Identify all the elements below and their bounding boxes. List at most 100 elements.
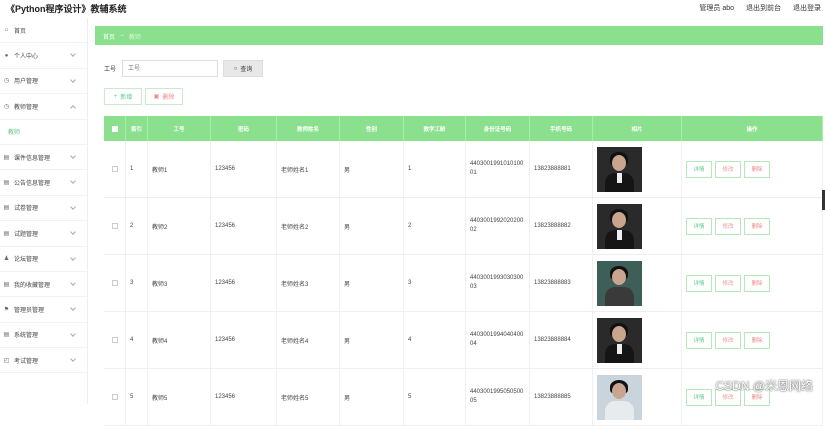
add-button[interactable]: + 新增 (104, 88, 142, 105)
sidebar-item-papers[interactable]: ▤ 试卷管理 (0, 196, 87, 222)
detail-button[interactable]: 详情 (686, 331, 712, 349)
breadcrumb-home[interactable]: 首页 (103, 32, 115, 41)
cell-idcard: 440300199202020002 (470, 218, 524, 233)
sidebar-item-questions[interactable]: ▤ 试题管理 (0, 221, 87, 247)
sidebar-item-label: 教师管理 (14, 104, 39, 111)
sidebar-item-home[interactable]: ⌂ 首页 (0, 18, 87, 44)
teacher-photo (597, 203, 642, 249)
teacher-photo (597, 146, 642, 192)
sidebar-item-teachers[interactable]: ◷ 教师管理 (0, 94, 87, 120)
teacher-photo (597, 374, 642, 420)
row-checkbox[interactable] (104, 312, 126, 368)
cell-name: 老师姓名5 (277, 369, 340, 425)
cell-name: 老师姓名4 (277, 312, 340, 368)
top-bar: 《Python程序设计》教辅系统 管理员 abo 退出到前台 退出登录 (0, 0, 825, 18)
cell-index: 1 (126, 141, 148, 197)
person-icon: ♟ (3, 256, 10, 263)
app-title: 《Python程序设计》教辅系统 (6, 4, 127, 14)
clock-icon: ◷ (3, 103, 10, 110)
sidebar-item-notice[interactable]: ▤ 公告信息管理 (0, 170, 87, 196)
column-header-name[interactable]: 教师姓名 (277, 116, 340, 141)
sidebar-item-system[interactable]: ▤ 系统管理 (0, 323, 87, 349)
row-checkbox[interactable] (104, 369, 126, 425)
cell-name: 老师姓名3 (277, 255, 340, 311)
detail-button[interactable]: 详情 (686, 274, 712, 292)
sidebar-item-exams[interactable]: ◰ 考试管理 (0, 348, 87, 374)
detail-button[interactable]: 详情 (686, 217, 712, 235)
search-icon: ○ (233, 65, 238, 72)
chevron-down-icon (70, 330, 76, 337)
sidebar-item-label: 考试管理 (14, 358, 39, 365)
cell-actions: 详情 修改 删除 (682, 198, 823, 254)
sidebar: ⌂ 首页 ● 个人中心 ◷ 用户管理 ◷ 教师管理 教师 ▤ 课件信息管理 ▤ … (0, 18, 88, 404)
delete-button[interactable]: 删除 (744, 331, 770, 349)
batch-delete-button[interactable]: ▣ 删除 (145, 88, 183, 105)
delete-button[interactable]: 删除 (744, 274, 770, 292)
sidebar-item-label: 公告信息管理 (14, 181, 51, 188)
cell-idcard: 440300199404040004 (470, 332, 524, 347)
top-right-links: 管理员 abo 退出到前台 退出登录 (699, 3, 821, 13)
delete-button-label: 删除 (162, 95, 175, 101)
sidebar-item-forum[interactable]: ♟ 论坛管理 (0, 247, 87, 272)
sidebar-item-admins[interactable]: ⚑ 管理员管理 (0, 297, 87, 323)
cell-password: 123456 (211, 198, 277, 254)
grid-icon: ▤ (3, 205, 10, 212)
sidebar-item-users[interactable]: ◷ 用户管理 (0, 69, 87, 95)
delete-button[interactable]: 删除 (744, 217, 770, 235)
search-form: 工号 ○ 查询 (104, 60, 264, 77)
user-icon: ● (4, 52, 9, 59)
sidebar-item-label: 用户管理 (14, 79, 39, 86)
teacher-photo (597, 260, 642, 306)
cell-password: 123456 (211, 312, 277, 368)
chevron-down-icon (70, 203, 76, 210)
cell-index: 5 (126, 369, 148, 425)
search-button[interactable]: ○ 查询 (223, 60, 264, 77)
cell-no: 教师1 (148, 141, 211, 197)
edit-button[interactable]: 修改 (715, 331, 741, 349)
delete-button[interactable]: 删除 (744, 160, 770, 178)
cell-actions: 详情 修改 删除 (682, 312, 823, 368)
column-header-phone[interactable]: 手机号码 (530, 116, 593, 141)
cell-phone: 13823888882 (530, 198, 593, 254)
search-input[interactable] (122, 60, 219, 77)
cell-phone: 13823888883 (530, 255, 593, 311)
sidebar-item-favorites[interactable]: ▤ 我的收藏管理 (0, 272, 87, 298)
column-header-password[interactable]: 密码 (211, 116, 277, 141)
teacher-photo (597, 317, 642, 363)
row-checkbox[interactable] (104, 255, 126, 311)
edit-button[interactable]: 修改 (715, 274, 741, 292)
plus-icon: + (113, 93, 118, 100)
select-all-checkbox[interactable] (104, 116, 126, 141)
row-checkbox[interactable] (104, 141, 126, 197)
cell-index: 3 (126, 255, 148, 311)
checkbox-icon (111, 125, 118, 132)
exit-to-front-link[interactable]: 退出到前台 (746, 3, 781, 13)
breadcrumb-current: 教师 (129, 35, 142, 41)
logout-link[interactable]: 退出登录 (793, 3, 821, 13)
column-header-years[interactable]: 教学工龄 (404, 116, 466, 141)
column-header-gender[interactable]: 性别 (340, 116, 404, 141)
edit-button[interactable]: 修改 (715, 217, 741, 235)
cell-years: 4 (404, 312, 466, 368)
sidebar-item-label: 我的收藏管理 (14, 282, 51, 289)
chevron-down-icon (70, 254, 76, 261)
table-row: 2 教师2 123456 老师姓名2 男 2 44030019920202000… (104, 198, 823, 255)
column-header-idcard[interactable]: 身份证号码 (466, 116, 530, 141)
detail-button[interactable]: 详情 (686, 388, 712, 406)
grid-icon: ▤ (3, 332, 10, 339)
chevron-down-icon (70, 305, 76, 312)
sidebar-subitem-teacher[interactable]: 教师 (0, 120, 87, 145)
cell-actions: 详情 修改 删除 (682, 141, 823, 197)
cell-years: 2 (404, 198, 466, 254)
sidebar-item-courseware[interactable]: ▤ 课件信息管理 (0, 145, 87, 171)
edit-button[interactable]: 修改 (715, 160, 741, 178)
detail-button[interactable]: 详情 (686, 160, 712, 178)
cell-index: 2 (126, 198, 148, 254)
cell-idcard-wrap: 440300199505050005 (466, 369, 530, 425)
row-checkbox[interactable] (104, 198, 126, 254)
column-header-no[interactable]: 工号 (148, 116, 211, 141)
cell-phone: 13823888881 (530, 141, 593, 197)
sidebar-item-personal[interactable]: ● 个人中心 (0, 43, 87, 69)
cell-password: 123456 (211, 369, 277, 425)
chevron-down-icon (70, 280, 76, 286)
